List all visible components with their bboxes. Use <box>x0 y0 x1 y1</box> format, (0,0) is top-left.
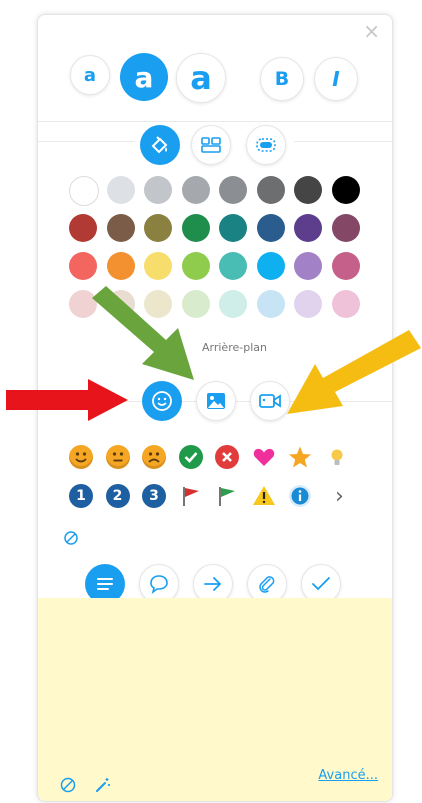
close-button[interactable]: × <box>363 21 380 41</box>
color-swatch[interactable] <box>144 252 172 280</box>
lines-icon <box>97 578 113 590</box>
color-swatch[interactable] <box>69 176 99 206</box>
color-swatch[interactable] <box>219 214 247 242</box>
clear-icon[interactable] <box>60 777 76 793</box>
color-swatch[interactable] <box>256 214 285 242</box>
tab-icons[interactable] <box>142 381 182 421</box>
yellow-arrow <box>287 330 421 414</box>
video-icon <box>259 394 281 408</box>
color-swatch[interactable] <box>106 176 135 204</box>
arrow-icon <box>204 577 222 591</box>
more-icons-button[interactable]: › <box>335 484 344 509</box>
green-arrow <box>92 286 194 380</box>
font-size-large-label: a <box>190 59 212 97</box>
color-swatch[interactable] <box>219 252 247 280</box>
red-arrow <box>6 379 128 421</box>
color-swatch[interactable] <box>181 214 210 242</box>
tab-image[interactable] <box>196 381 236 421</box>
speech-bubble-icon <box>150 575 168 594</box>
advanced-link[interactable]: Avancé... <box>318 768 378 783</box>
lightbulb-icon[interactable] <box>325 445 349 469</box>
tab-layout[interactable] <box>191 125 231 165</box>
color-swatch[interactable] <box>219 176 247 204</box>
divider-colors <box>38 141 135 142</box>
color-swatch[interactable] <box>294 252 322 280</box>
font-size-small-button[interactable]: a <box>70 55 110 95</box>
color-swatch[interactable] <box>106 252 135 280</box>
color-swatch[interactable] <box>256 290 285 318</box>
font-size-small-label: a <box>83 64 97 86</box>
italic-label: I <box>332 67 340 91</box>
color-swatch[interactable] <box>256 176 285 204</box>
paperclip-icon <box>259 576 275 593</box>
color-swatch[interactable] <box>294 214 322 242</box>
font-size-medium-label: a <box>134 60 154 94</box>
no-icon-button[interactable] <box>64 531 78 545</box>
font-size-medium-button[interactable]: a <box>120 53 168 101</box>
tab-video[interactable] <box>250 381 290 421</box>
number-2-icon[interactable]: 2 <box>105 484 130 508</box>
note-preview-area: Avancé... <box>38 598 392 801</box>
color-swatch[interactable] <box>331 176 360 204</box>
smiley-icon <box>152 391 172 411</box>
color-swatch[interactable] <box>144 176 172 204</box>
warning-icon[interactable] <box>252 484 276 508</box>
star-icon[interactable] <box>288 445 312 469</box>
image-icon <box>207 393 225 409</box>
color-swatch[interactable] <box>219 290 247 318</box>
bold-label: B <box>274 68 290 90</box>
neutral-emoji-icon[interactable] <box>105 445 130 469</box>
color-swatch[interactable] <box>69 214 97 242</box>
color-swatch[interactable] <box>144 214 172 242</box>
smile-emoji-icon[interactable] <box>69 445 93 469</box>
color-swatch[interactable] <box>106 214 135 242</box>
divider-colors-right <box>294 141 392 142</box>
color-swatch[interactable] <box>256 252 285 280</box>
background-label: Arrière-plan <box>202 341 267 354</box>
red-flag-icon[interactable] <box>179 484 203 508</box>
color-swatch[interactable] <box>294 176 322 204</box>
color-swatch[interactable] <box>69 252 97 280</box>
check-icon <box>312 577 330 591</box>
sad-emoji-icon[interactable] <box>142 445 166 469</box>
bold-button[interactable]: B <box>260 57 304 101</box>
number-1-icon[interactable]: 1 <box>69 484 93 508</box>
font-size-large-button[interactable]: a <box>176 53 226 103</box>
magic-wand-icon[interactable] <box>94 776 112 794</box>
layout-icon <box>201 137 221 153</box>
color-swatch[interactable] <box>181 252 210 280</box>
border-icon <box>256 138 276 152</box>
color-swatch[interactable] <box>331 290 360 318</box>
divider-top <box>38 121 392 122</box>
italic-button[interactable]: I <box>314 57 358 101</box>
color-swatch[interactable] <box>331 214 360 242</box>
color-swatch[interactable] <box>331 252 360 280</box>
check-icon[interactable] <box>178 445 203 469</box>
x-icon[interactable] <box>215 445 239 469</box>
color-swatch[interactable] <box>294 290 322 318</box>
tab-fill-color[interactable] <box>140 125 180 165</box>
info-icon[interactable] <box>288 484 312 508</box>
number-3-icon[interactable]: 3 <box>142 484 166 508</box>
green-flag-icon[interactable] <box>215 484 239 508</box>
color-swatch[interactable] <box>181 176 210 204</box>
heart-icon[interactable] <box>252 445 276 469</box>
paint-bucket-icon <box>151 136 168 154</box>
tab-border[interactable] <box>246 125 286 165</box>
